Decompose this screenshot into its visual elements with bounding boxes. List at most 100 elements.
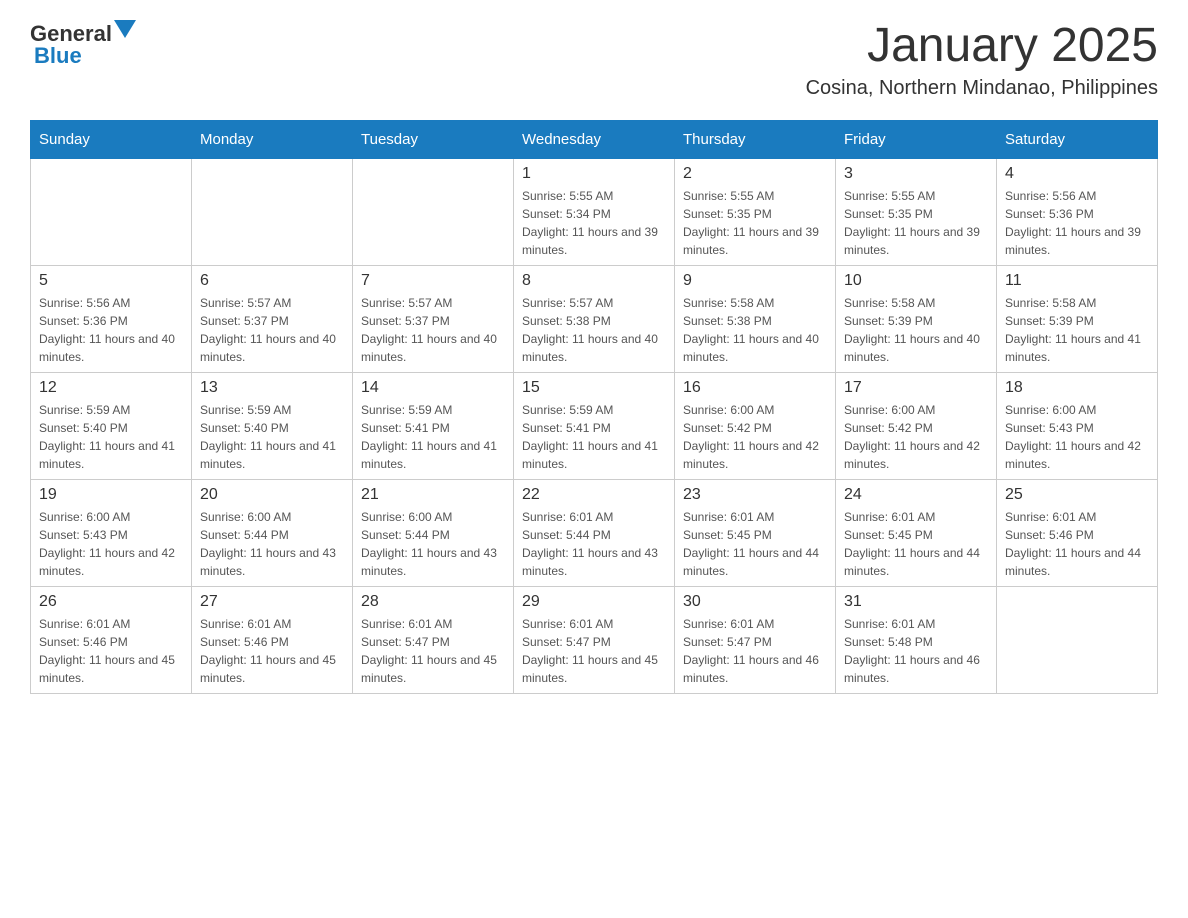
day-info: Sunrise: 5:57 AMSunset: 5:37 PMDaylight:… — [361, 294, 505, 366]
weekday-header-tuesday: Tuesday — [353, 120, 514, 158]
calendar-cell: 1Sunrise: 5:55 AMSunset: 5:34 PMDaylight… — [514, 158, 675, 265]
day-number: 29 — [522, 593, 666, 611]
day-number: 12 — [39, 379, 183, 397]
day-number: 6 — [200, 272, 344, 290]
calendar-cell: 26Sunrise: 6:01 AMSunset: 5:46 PMDayligh… — [31, 586, 192, 693]
day-info: Sunrise: 6:00 AMSunset: 5:42 PMDaylight:… — [683, 401, 827, 473]
calendar-cell: 2 Sunrise: 5:55 AMSunset: 5:35 PMDaylight… — [675, 158, 836, 265]
day-info: Sunrise: 6:00 AMSunset: 5:42 PMDaylight:… — [844, 401, 988, 473]
calendar-cell: 6 Sunrise: 5:57 AMSunset: 5:37 PMDaylight… — [192, 265, 353, 372]
calendar-cell: 18 Sunrise: 6:00 AMSunset: 5:43 PMDayligh… — [997, 372, 1158, 479]
day-number: 13 — [200, 379, 344, 397]
day-info: Sunrise: 6:00 AMSunset: 5:43 PMDaylight:… — [39, 508, 183, 580]
calendar-cell: 17 Sunrise: 6:00 AMSunset: 5:42 PMDayligh… — [836, 372, 997, 479]
day-number: 31 — [844, 593, 988, 611]
calendar-cell — [997, 586, 1158, 693]
weekday-header-sunday: Sunday — [31, 120, 192, 158]
day-info: Sunrise: 5:59 AMSunset: 5:41 PMDaylight:… — [361, 401, 505, 473]
logo-blue-text: Blue — [34, 43, 82, 69]
calendar-table: SundayMondayTuesdayWednesdayThursdayFrid… — [30, 120, 1158, 694]
day-number: 18 — [1005, 379, 1149, 397]
day-number: 30 — [683, 593, 827, 611]
calendar-cell — [353, 158, 514, 265]
day-number: 17 — [844, 379, 988, 397]
day-number: 3 — [844, 165, 988, 183]
calendar-week-row: 5 Sunrise: 5:56 AMSunset: 5:36 PMDaylight… — [31, 265, 1158, 372]
day-info: Sunrise: 5:59 AMSunset: 5:41 PMDaylight:… — [522, 401, 666, 473]
day-info: Sunrise: 6:00 AMSunset: 5:44 PMDaylight:… — [200, 508, 344, 580]
calendar-cell: 19 Sunrise: 6:00 AMSunset: 5:43 PMDayligh… — [31, 479, 192, 586]
calendar-cell: 30 Sunrise: 6:01 AMSunset: 5:47 PMDayligh… — [675, 586, 836, 693]
day-info: Sunrise: 5:55 AMSunset: 5:35 PMDaylight:… — [683, 187, 827, 259]
calendar-cell: 5 Sunrise: 5:56 AMSunset: 5:36 PMDaylight… — [31, 265, 192, 372]
day-number: 15 — [522, 379, 666, 397]
day-info: Sunrise: 5:59 AMSunset: 5:40 PMDaylight:… — [39, 401, 183, 473]
day-number: 16 — [683, 379, 827, 397]
calendar-cell: 27 Sunrise: 6:01 AMSunset: 5:46 PMDayligh… — [192, 586, 353, 693]
day-number: 4 — [1005, 165, 1149, 183]
day-info: Sunrise: 5:55 AMSunset: 5:34 PMDaylight:… — [522, 187, 666, 259]
weekday-header-saturday: Saturday — [997, 120, 1158, 158]
day-info: Sunrise: 6:00 AMSunset: 5:43 PMDaylight:… — [1005, 401, 1149, 473]
day-number: 5 — [39, 272, 183, 290]
calendar-cell: 12 Sunrise: 5:59 AMSunset: 5:40 PMDayligh… — [31, 372, 192, 479]
logo: General Blue — [30, 20, 136, 69]
calendar-week-row: 12 Sunrise: 5:59 AMSunset: 5:40 PMDayligh… — [31, 372, 1158, 479]
day-info: Sunrise: 6:01 AMSunset: 5:44 PMDaylight:… — [522, 508, 666, 580]
logo-triangle-icon — [114, 20, 136, 42]
calendar-cell: 3Sunrise: 5:55 AMSunset: 5:35 PMDaylight… — [836, 158, 997, 265]
weekday-header-wednesday: Wednesday — [514, 120, 675, 158]
calendar-week-row: 1Sunrise: 5:55 AMSunset: 5:34 PMDaylight… — [31, 158, 1158, 265]
day-info: Sunrise: 5:57 AMSunset: 5:38 PMDaylight:… — [522, 294, 666, 366]
calendar-cell: 25 Sunrise: 6:01 AMSunset: 5:46 PMDayligh… — [997, 479, 1158, 586]
day-number: 25 — [1005, 486, 1149, 504]
day-info: Sunrise: 5:56 AMSunset: 5:36 PMDaylight:… — [39, 294, 183, 366]
weekday-header-row: SundayMondayTuesdayWednesdayThursdayFrid… — [31, 120, 1158, 158]
day-number: 26 — [39, 593, 183, 611]
calendar-cell: 24Sunrise: 6:01 AMSunset: 5:45 PMDayligh… — [836, 479, 997, 586]
day-number: 28 — [361, 593, 505, 611]
day-info: Sunrise: 6:01 AMSunset: 5:47 PMDaylight:… — [683, 615, 827, 687]
day-number: 19 — [39, 486, 183, 504]
calendar-cell: 20 Sunrise: 6:00 AMSunset: 5:44 PMDayligh… — [192, 479, 353, 586]
day-info: Sunrise: 5:58 AMSunset: 5:39 PMDaylight:… — [1005, 294, 1149, 366]
calendar-cell: 13 Sunrise: 5:59 AMSunset: 5:40 PMDayligh… — [192, 372, 353, 479]
day-number: 14 — [361, 379, 505, 397]
calendar-cell: 4Sunrise: 5:56 AMSunset: 5:36 PMDaylight… — [997, 158, 1158, 265]
day-number: 22 — [522, 486, 666, 504]
calendar-cell: 31Sunrise: 6:01 AMSunset: 5:48 PMDayligh… — [836, 586, 997, 693]
day-number: 8 — [522, 272, 666, 290]
calendar-cell: 11 Sunrise: 5:58 AMSunset: 5:39 PMDayligh… — [997, 265, 1158, 372]
calendar-cell: 28Sunrise: 6:01 AMSunset: 5:47 PMDayligh… — [353, 586, 514, 693]
day-info: Sunrise: 6:00 AMSunset: 5:44 PMDaylight:… — [361, 508, 505, 580]
calendar-week-row: 19 Sunrise: 6:00 AMSunset: 5:43 PMDayligh… — [31, 479, 1158, 586]
day-number: 27 — [200, 593, 344, 611]
day-info: Sunrise: 6:01 AMSunset: 5:46 PMDaylight:… — [200, 615, 344, 687]
day-info: Sunrise: 5:58 AMSunset: 5:38 PMDaylight:… — [683, 294, 827, 366]
day-info: Sunrise: 5:57 AMSunset: 5:37 PMDaylight:… — [200, 294, 344, 366]
month-title: January 2025 — [806, 20, 1158, 73]
weekday-header-thursday: Thursday — [675, 120, 836, 158]
day-number: 7 — [361, 272, 505, 290]
day-info: Sunrise: 5:58 AMSunset: 5:39 PMDaylight:… — [844, 294, 988, 366]
calendar-cell: 7 Sunrise: 5:57 AMSunset: 5:37 PMDaylight… — [353, 265, 514, 372]
day-number: 24 — [844, 486, 988, 504]
weekday-header-friday: Friday — [836, 120, 997, 158]
calendar-cell: 23Sunrise: 6:01 AMSunset: 5:45 PMDayligh… — [675, 479, 836, 586]
calendar-cell: 21 Sunrise: 6:00 AMSunset: 5:44 PMDayligh… — [353, 479, 514, 586]
day-info: Sunrise: 6:01 AMSunset: 5:45 PMDaylight:… — [683, 508, 827, 580]
weekday-header-monday: Monday — [192, 120, 353, 158]
day-info: Sunrise: 6:01 AMSunset: 5:46 PMDaylight:… — [1005, 508, 1149, 580]
day-info: Sunrise: 5:59 AMSunset: 5:40 PMDaylight:… — [200, 401, 344, 473]
day-number: 10 — [844, 272, 988, 290]
calendar-cell — [31, 158, 192, 265]
day-number: 2 — [683, 165, 827, 183]
calendar-week-row: 26 Sunrise: 6:01 AMSunset: 5:46 PMDayligh… — [31, 586, 1158, 693]
calendar-cell: 16 Sunrise: 6:00 AMSunset: 5:42 PMDayligh… — [675, 372, 836, 479]
day-info: Sunrise: 6:01 AMSunset: 5:47 PMDaylight:… — [522, 615, 666, 687]
day-number: 11 — [1005, 272, 1149, 290]
day-number: 20 — [200, 486, 344, 504]
day-number: 9 — [683, 272, 827, 290]
day-number: 21 — [361, 486, 505, 504]
calendar-cell: 9 Sunrise: 5:58 AMSunset: 5:38 PMDaylight… — [675, 265, 836, 372]
